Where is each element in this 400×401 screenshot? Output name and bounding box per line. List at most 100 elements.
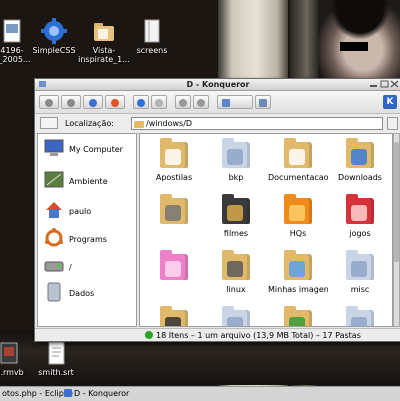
maximize-icon[interactable] [380, 80, 389, 88]
desktop-icon-simplecss[interactable]: SimpleCSS [26, 18, 82, 55]
desktop-icon-label: screens [136, 46, 168, 55]
scrollbar-thumb[interactable] [394, 142, 399, 262]
folder-icon [94, 23, 114, 41]
taskbar-item-eclipse[interactable]: otos.php - Eclipse [2, 389, 73, 399]
file-item[interactable] [144, 246, 204, 304]
sidebar-item-label: paulo [69, 207, 92, 216]
zoom-in-icon [179, 99, 187, 107]
file-name: misc [350, 285, 370, 294]
folder-icon [346, 306, 374, 326]
file-view: Apostilas bkp Documentacao Downloads filmes H… [139, 133, 393, 327]
folder-icon [160, 306, 188, 326]
file-item[interactable]: Downloads [330, 134, 390, 192]
folder-icon [284, 250, 312, 280]
video-file-icon [0, 342, 18, 364]
file-item[interactable]: textos [330, 302, 390, 326]
zoom-out-button[interactable] [193, 95, 209, 109]
folder-icon [284, 194, 312, 224]
up-button[interactable] [83, 95, 103, 109]
location-value: /windows/D [146, 119, 193, 128]
file-item[interactable]: Minhas imagens [268, 246, 328, 304]
taskbar: otos.php - Eclipse D - Konqueror [0, 386, 400, 401]
minimize-icon[interactable] [369, 80, 378, 88]
desktop-icon-label: smith.srt [38, 368, 74, 377]
computer-icon [44, 139, 64, 156]
drive-icon [47, 282, 61, 302]
go-button[interactable] [387, 117, 398, 130]
location-input[interactable]: /windows/D [131, 117, 383, 130]
file-item[interactable] [144, 190, 204, 248]
detail-view-icon [259, 99, 267, 107]
location-bar: Localização: /windows/D [35, 114, 400, 134]
folder-icon [222, 194, 250, 224]
sidebar-item-label: Programs [69, 235, 107, 244]
folder-icon [346, 250, 374, 280]
file-name: jogos [349, 229, 371, 238]
text-file-icon [48, 341, 65, 365]
back-button[interactable] [39, 95, 59, 109]
sidebar-item-my-computer[interactable]: My Computer [42, 138, 134, 162]
file-item[interactable]: HQs [268, 190, 328, 248]
taskbar-item-konqueror[interactable]: D - Konqueror [64, 389, 129, 399]
taskbar-item-label: D - Konqueror [74, 389, 130, 398]
file-item[interactable]: bkp [206, 134, 266, 192]
sidebar-item-programs[interactable]: Programs [42, 228, 134, 252]
file-item[interactable]: Documentacao [268, 134, 328, 192]
home-button[interactable] [105, 95, 125, 109]
file-item[interactable]: musicas [144, 302, 204, 326]
desktop-icon-srt[interactable]: smith.srt [28, 340, 84, 377]
desktop-icon-label: SimpleCSS [32, 46, 76, 55]
taskbar-item-label: otos.php - Eclipse [2, 389, 73, 398]
file-item[interactable]: misc [330, 246, 390, 304]
file-name: linux [226, 285, 246, 294]
folder-icon [134, 121, 144, 128]
file-item[interactable]: linux [206, 246, 266, 304]
vertical-scrollbar[interactable] [393, 133, 400, 327]
file-item[interactable]: Sierra [268, 302, 328, 326]
home-icon [46, 202, 62, 218]
forward-button[interactable] [61, 95, 81, 109]
file-name: HQs [289, 229, 307, 238]
file-item[interactable]: jogos [330, 190, 390, 248]
konqueror-window: D - Konqueror K Localização: /windows/D … [34, 78, 400, 342]
folder-icon [222, 306, 250, 326]
folder-icon [284, 306, 312, 326]
sidebar: My Computer Ambiente paulo Programs / Da… [37, 133, 137, 327]
sidebar-item-paulo[interactable]: paulo [42, 200, 134, 224]
document-icon [144, 19, 160, 43]
view-options-button[interactable] [255, 95, 271, 109]
back-arrow-icon [45, 99, 53, 107]
desktop-icon [44, 171, 64, 188]
location-label: Localização: [65, 119, 114, 128]
status-indicator-icon [145, 331, 153, 339]
sidebar-item-dados[interactable]: Dados [42, 282, 134, 306]
ubuntu-icon [45, 228, 63, 247]
file-name: Documentacao [268, 173, 328, 182]
clear-location-button[interactable] [40, 117, 58, 129]
file-item[interactable]: filmes [206, 190, 266, 248]
konqueror-icon [64, 389, 72, 397]
status-text: 18 Itens – 1 um arquivo (13,9 MB Total) … [156, 331, 361, 340]
folder-icon [346, 138, 374, 168]
zoom-in-button[interactable] [175, 95, 191, 109]
close-icon[interactable] [390, 80, 399, 88]
reload-button[interactable] [133, 95, 149, 109]
hard-drive-icon [44, 261, 64, 272]
sidebar-item-label: My Computer [69, 145, 123, 154]
view-mode-button[interactable] [217, 95, 253, 109]
sidebar-item-ambiente[interactable]: Ambiente [42, 170, 134, 194]
home-icon [111, 99, 119, 107]
reload-icon [137, 99, 145, 107]
window-titlebar[interactable]: D - Konqueror [35, 79, 400, 91]
desktop-icon-screens[interactable]: screens [124, 18, 180, 55]
sidebar-item-label: / [69, 263, 72, 272]
file-name: Apostilas [155, 173, 193, 182]
stop-button[interactable] [151, 95, 167, 109]
up-arrow-icon [89, 99, 97, 107]
sidebar-item-root[interactable]: / [42, 256, 134, 280]
file-name: Downloads [338, 173, 382, 182]
folder-icon [284, 138, 312, 168]
file-item[interactable]: Apostilas [144, 134, 204, 192]
stop-icon [155, 99, 163, 107]
file-item[interactable]: projetos [206, 302, 266, 326]
